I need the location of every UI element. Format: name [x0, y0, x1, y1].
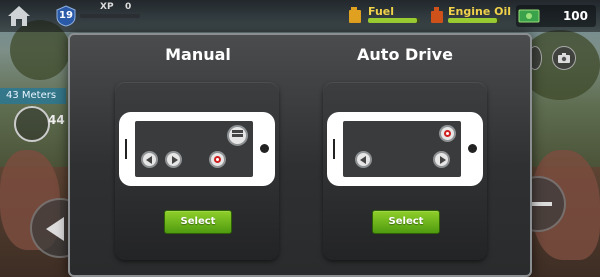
speedometer [14, 106, 50, 142]
mode-card-auto-drive: Select [323, 82, 487, 260]
mode-title-auto-drive: Auto Drive [357, 45, 453, 64]
xp-label: XP [100, 2, 114, 12]
cash-icon [518, 9, 540, 23]
oil-bar [448, 18, 500, 23]
distance-label: 43 Meters [0, 88, 66, 104]
home-button[interactable] [6, 4, 32, 28]
fuel-bar-fill [368, 18, 418, 23]
oil-can-icon [430, 6, 444, 24]
steer-left-icon [355, 151, 372, 168]
fuel-label: Fuel [368, 5, 395, 18]
oil-bar-fill [448, 18, 498, 23]
fuel-can-icon [348, 6, 362, 24]
mode-card-manual: Select [115, 82, 279, 260]
select-manual-button[interactable]: Select [164, 210, 232, 234]
pedal-icon [227, 125, 248, 146]
phone-camera [468, 144, 477, 153]
control-mode-dialog: Manual Select Auto Drive Select [68, 33, 532, 277]
select-auto-drive-button[interactable]: Select [372, 210, 440, 234]
camera-button[interactable] [552, 46, 576, 70]
phone-camera [260, 144, 269, 153]
xp-bar [80, 14, 140, 18]
phone-screen [343, 121, 461, 177]
steer-right-icon [433, 151, 450, 168]
fuel-bar [368, 18, 420, 23]
oil-label: Engine Oil [448, 5, 512, 18]
steer-right-icon [165, 151, 182, 168]
phone-speaker [333, 139, 335, 159]
xp-value: 0 [125, 2, 132, 12]
steer-left-icon [141, 151, 158, 168]
level-badge: 19 [56, 5, 76, 27]
brake-icon [209, 151, 226, 168]
mode-title-manual: Manual [165, 45, 231, 64]
camera-icon [558, 53, 570, 63]
home-icon [8, 6, 30, 26]
speed-value: 44 [48, 113, 65, 127]
level-number: 19 [59, 10, 73, 21]
phone-speaker [125, 139, 127, 159]
phone-illustration [327, 112, 483, 186]
brake-icon [439, 125, 456, 142]
phone-illustration [119, 112, 275, 186]
cash-value: 100 [562, 9, 588, 23]
cash-panel[interactable]: 100 [516, 5, 596, 27]
top-hud: 19 XP 0 Fuel Engine Oil 100 [0, 0, 600, 32]
phone-screen [135, 121, 253, 177]
